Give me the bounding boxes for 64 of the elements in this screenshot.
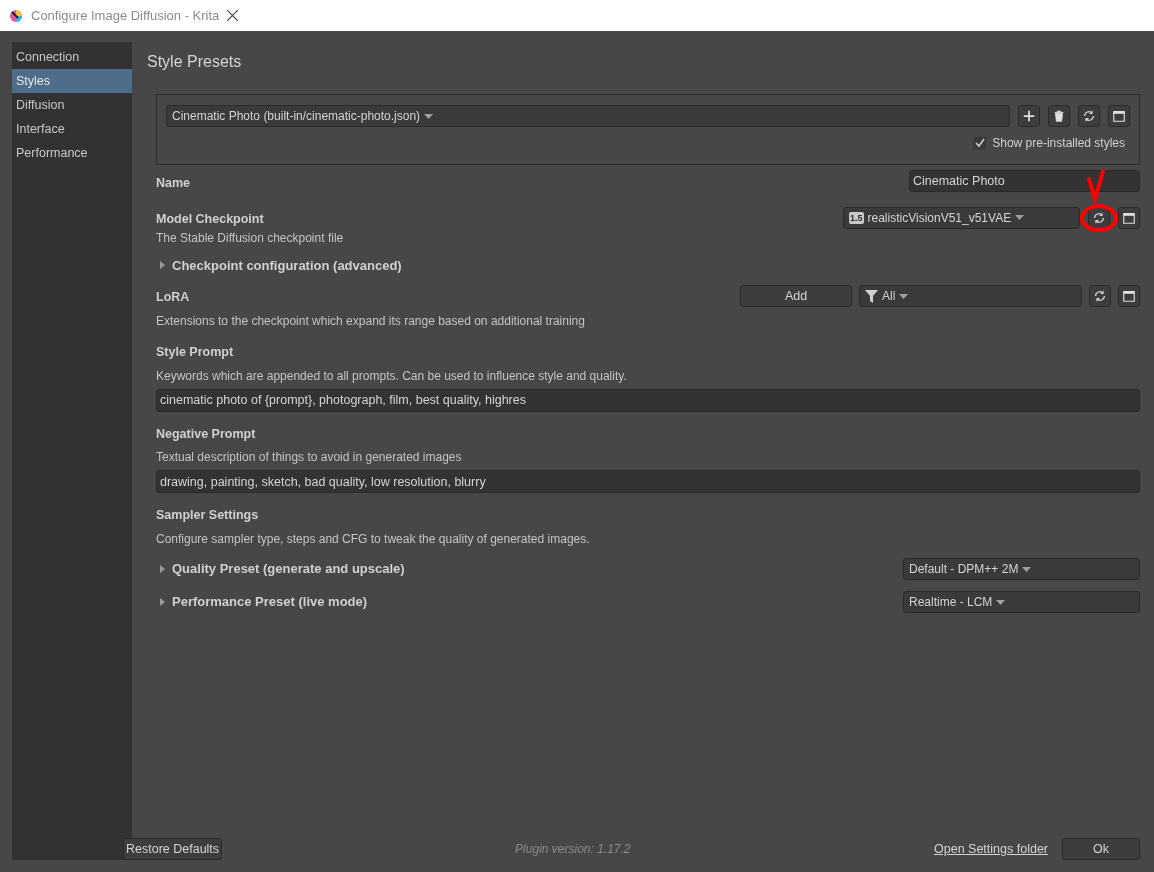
checkbox[interactable] xyxy=(973,136,987,150)
refresh-button[interactable] xyxy=(1078,105,1100,127)
dropdown-caret-icon xyxy=(996,599,1006,605)
field-label: Sampler Settings xyxy=(156,507,260,525)
sidebar-item[interactable]: Diffusion xyxy=(12,93,132,117)
dropdown-value: All xyxy=(882,288,896,305)
field-label: Negative Prompt xyxy=(156,425,257,443)
dropdown-value: realisticVisionV51_v51VAE xyxy=(867,209,1012,227)
collapsed-triangle-icon[interactable] xyxy=(160,261,165,270)
collapsed-triangle-icon[interactable] xyxy=(160,598,165,606)
window-title: Configure Image Diffusion - Krita xyxy=(31,6,220,25)
refresh-icon xyxy=(1092,210,1106,225)
restore-defaults-button[interactable]: Restore Defaults xyxy=(123,838,223,860)
expander-toggle[interactable]: Quality Preset (generate and upscale) xyxy=(172,559,405,579)
close-icon[interactable] xyxy=(227,10,239,21)
delete-style-button[interactable] xyxy=(1048,105,1070,127)
expander-toggle[interactable]: Checkpoint configuration (advanced) xyxy=(172,255,402,275)
field-label: Name xyxy=(156,175,191,192)
page-heading: Style Presets xyxy=(147,52,243,72)
preset-dropdown[interactable]: Default - DPM++ 2M xyxy=(903,558,1140,580)
dropdown-value: Realtime - LCM xyxy=(909,594,993,611)
field-description: Keywords which are appended to all prompts. Can be used to influence style and quality. xyxy=(156,367,628,385)
sidebar-item[interactable]: Performance xyxy=(12,141,132,165)
trash-icon xyxy=(1052,109,1066,123)
dropdown-caret-icon xyxy=(424,113,434,119)
checkmark-icon xyxy=(974,138,985,148)
annotation-circle-drawing xyxy=(1079,166,1121,233)
add-style-button[interactable] xyxy=(1018,105,1040,127)
app-logo-icon xyxy=(9,8,23,23)
sidebar-item[interactable]: Interface xyxy=(12,117,132,141)
dropdown-value: Default - DPM++ 2M xyxy=(909,561,1019,578)
name-input-field[interactable]: Cinematic Photo xyxy=(909,170,1140,192)
refresh-icon xyxy=(1093,289,1107,303)
sidebar-item[interactable]: Styles xyxy=(12,69,132,93)
plus-icon xyxy=(1022,109,1036,123)
ok-button[interactable]: Ok xyxy=(1062,838,1140,860)
expander-toggle[interactable]: Performance Preset (live mode) xyxy=(172,592,368,612)
style-prompt-field[interactable]: cinematic photo of {prompt}, photograph, film, best quality, highres xyxy=(156,388,1140,412)
add-lora-button[interactable]: Add xyxy=(740,285,852,307)
style-preset-dropdown[interactable]: Cinematic Photo (built-in/cinematic-photo.json) xyxy=(166,105,1010,127)
checkpoint-dropdown[interactable]: 1.5 realisticVisionV51_v51VAE xyxy=(843,206,1080,229)
version-badge: 1.5 xyxy=(849,211,864,224)
dropdown-value: Cinematic Photo (built-in/cinematic-photo.json) xyxy=(172,108,421,125)
settings-folder-link[interactable]: Open Settings folder xyxy=(934,839,1048,859)
plugin-version-text: Plugin version: 1.17.2 xyxy=(515,841,631,858)
field-description: Configure sampler type, steps and CFG to tweak the quality of generated images. xyxy=(156,531,591,548)
refresh-button[interactable] xyxy=(1089,285,1111,307)
sidebar-item[interactable]: Connection xyxy=(12,45,132,69)
lora-filter-dropdown[interactable]: All xyxy=(859,285,1082,307)
filter-icon xyxy=(865,289,878,303)
collapsed-triangle-icon[interactable] xyxy=(160,565,165,573)
dropdown-caret-icon xyxy=(1015,215,1025,221)
dropdown-caret-icon xyxy=(1022,566,1032,572)
field-description: The Stable Diffusion checkpoint file xyxy=(156,229,344,247)
negative-prompt-field[interactable]: drawing, painting, sketch, bad quality, low resolution, blurry xyxy=(156,470,1140,494)
field-label: Style Prompt xyxy=(156,343,235,361)
field-label: Model Checkpoint xyxy=(156,210,265,228)
checkbox-label[interactable]: Show pre-installed styles xyxy=(992,134,1125,152)
field-description: Textual description of things to avoid in generated images xyxy=(156,449,463,467)
refresh-icon xyxy=(1082,109,1096,123)
preset-dropdown[interactable]: Realtime - LCM xyxy=(903,591,1140,613)
dropdown-caret-icon xyxy=(899,293,909,299)
field-description: Extensions to the checkpoint which expand its range based on additional training xyxy=(156,312,585,330)
field-label: LoRA xyxy=(156,289,191,306)
